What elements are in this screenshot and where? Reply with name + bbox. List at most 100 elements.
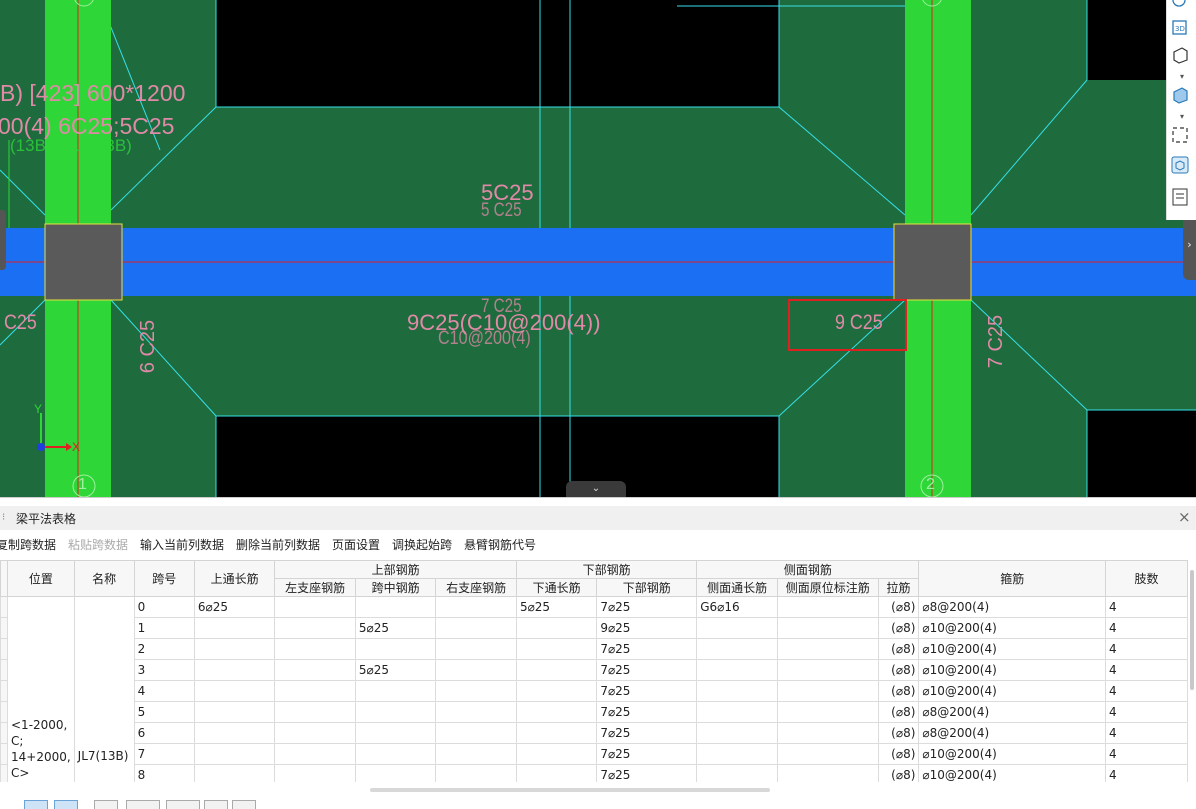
close-icon[interactable]: × xyxy=(1178,508,1191,526)
list-icon[interactable] xyxy=(1171,188,1193,210)
left-support-cell[interactable] xyxy=(274,701,356,723)
side-through-cell[interactable] xyxy=(696,722,778,744)
right-support-cell[interactable] xyxy=(435,638,517,660)
mid-span-cell[interactable] xyxy=(354,764,437,782)
right-support-cell[interactable] xyxy=(435,701,517,723)
side-through-cell[interactable] xyxy=(696,659,778,681)
bottom-bars-cell[interactable]: 7⌀25 xyxy=(596,659,698,681)
side-in-situ-cell[interactable] xyxy=(776,764,879,782)
mid-span-cell[interactable] xyxy=(354,743,437,765)
bottom-bars-cell[interactable]: 7⌀25 xyxy=(596,701,698,723)
bottom-through-cell[interactable] xyxy=(515,659,598,681)
bottom-through-cell[interactable] xyxy=(515,743,598,765)
side-in-situ-cell[interactable] xyxy=(776,659,879,681)
table-row[interactable]: 2 7⌀25 (⌀8) ⌀10@200(4) 4 xyxy=(0,638,1188,660)
top-through-cell[interactable] xyxy=(193,680,276,702)
mid-span-cell[interactable] xyxy=(354,701,437,723)
side-in-situ-cell[interactable] xyxy=(776,743,879,765)
horizontal-scrollbar[interactable] xyxy=(370,788,770,792)
span-cell[interactable]: 3 xyxy=(133,659,195,681)
span-cell[interactable]: 6 xyxy=(133,722,195,744)
top-through-cell[interactable] xyxy=(193,617,276,639)
span-cell[interactable]: 8 xyxy=(133,764,195,782)
side-through-cell[interactable] xyxy=(696,617,778,639)
left-support-cell[interactable] xyxy=(274,764,356,782)
span-cell[interactable]: 7 xyxy=(133,743,195,765)
chevron-down-icon[interactable]: ▾ xyxy=(1176,72,1188,82)
right-support-cell[interactable] xyxy=(435,680,517,702)
side-through-cell[interactable] xyxy=(696,701,778,723)
table-row[interactable]: 3 5⌀25 7⌀25 (⌀8) ⌀10@200(4) 4 xyxy=(0,659,1188,681)
bottom-through-cell[interactable] xyxy=(515,722,598,744)
stirrup-cell[interactable]: ⌀10@200(4) xyxy=(918,638,1107,660)
bottom-bars-cell[interactable]: 7⌀25 xyxy=(596,638,698,660)
mid-span-cell[interactable] xyxy=(354,722,437,744)
sphere-icon[interactable] xyxy=(1171,0,1193,14)
row-header-cell[interactable] xyxy=(0,659,8,681)
delete-column-data-button[interactable]: 删除当前列数据 xyxy=(236,536,320,553)
stirrup-cell[interactable]: ⌀10@200(4) xyxy=(918,680,1107,702)
span-cell[interactable]: 0 xyxy=(133,596,195,618)
side-in-situ-cell[interactable] xyxy=(776,617,879,639)
right-edge-expand-tab[interactable]: › xyxy=(1183,210,1196,280)
position-cell[interactable]: <1-2000, C; 14+2000, C> xyxy=(7,596,75,782)
top-through-cell[interactable]: 6⌀25 xyxy=(193,596,276,618)
side-through-cell[interactable] xyxy=(696,743,778,765)
vertical-scrollbar[interactable] xyxy=(1188,560,1196,690)
mid-span-cell[interactable]: 5⌀25 xyxy=(354,617,437,639)
row-header-cell[interactable] xyxy=(0,722,8,744)
bottom-through-cell[interactable]: 5⌀25 xyxy=(515,596,598,618)
row-header-cell[interactable] xyxy=(0,701,8,723)
input-column-data-button[interactable]: 输入当前列数据 xyxy=(140,536,224,553)
mid-span-cell[interactable] xyxy=(354,680,437,702)
page-setup-button[interactable]: 页面设置 xyxy=(332,536,380,553)
legs-cell[interactable]: 4 xyxy=(1105,638,1188,660)
left-support-cell[interactable] xyxy=(274,617,356,639)
legs-cell[interactable]: 4 xyxy=(1105,659,1188,681)
row-header-cell[interactable] xyxy=(0,680,8,702)
right-support-cell[interactable] xyxy=(435,743,517,765)
left-support-cell[interactable] xyxy=(274,596,356,618)
copy-span-data-button[interactable]: 复制跨数据 xyxy=(0,536,56,553)
top-through-cell[interactable] xyxy=(193,764,276,782)
collapse-panel-tab[interactable]: ⌄ xyxy=(566,481,626,497)
table-row[interactable]: 7 7⌀25 (⌀8) ⌀10@200(4) 4 xyxy=(0,743,1188,765)
stirrup-cell[interactable]: ⌀8@200(4) xyxy=(918,722,1107,744)
row-header-cell[interactable] xyxy=(0,617,8,639)
left-edge-tab[interactable] xyxy=(0,210,6,270)
top-through-cell[interactable] xyxy=(193,722,276,744)
side-through-cell[interactable] xyxy=(696,764,778,782)
left-support-cell[interactable] xyxy=(274,659,356,681)
table-row[interactable]: <1-2000, C; 14+2000, C> JL7(13B) 0 6⌀25 5⌀25… xyxy=(0,596,1188,782)
cube-shaded-icon[interactable] xyxy=(1171,86,1193,108)
side-in-situ-cell[interactable] xyxy=(776,722,879,744)
stirrup-cell[interactable]: ⌀8@200(4) xyxy=(918,701,1107,723)
side-through-cell[interactable] xyxy=(696,680,778,702)
bottom-bars-cell[interactable]: 7⌀25 xyxy=(596,680,698,702)
top-through-cell[interactable] xyxy=(193,659,276,681)
span-cell[interactable]: 5 xyxy=(133,701,195,723)
cad-drawing-canvas[interactable]: B) [423] 600*1200 00(4) 6C25;5C25 (13B) … xyxy=(0,0,1196,497)
bottom-bars-cell[interactable]: 7⌀25 xyxy=(596,764,698,782)
legs-cell[interactable]: 4 xyxy=(1105,743,1188,765)
table-row[interactable]: 6 7⌀25 (⌀8) ⌀8@200(4) 4 xyxy=(0,722,1188,744)
right-support-cell[interactable] xyxy=(435,659,517,681)
bottom-through-cell[interactable] xyxy=(515,617,598,639)
stirrup-cell[interactable]: ⌀10@200(4) xyxy=(918,743,1107,765)
drag-grip-icon[interactable]: ⁝ xyxy=(2,512,5,523)
row-header-cell[interactable] xyxy=(0,596,8,618)
3d-view-icon[interactable]: 3D xyxy=(1171,18,1193,40)
legs-cell[interactable]: 4 xyxy=(1105,680,1188,702)
tie-cell[interactable]: (⌀8) xyxy=(877,722,920,744)
tie-cell[interactable]: (⌀8) xyxy=(877,680,920,702)
row-header-cell[interactable] xyxy=(0,764,8,782)
span-cell[interactable]: 2 xyxy=(133,638,195,660)
bottom-bars-cell[interactable]: 7⌀25 xyxy=(596,743,698,765)
mid-span-cell[interactable]: 5⌀25 xyxy=(354,659,437,681)
tie-cell[interactable]: (⌀8) xyxy=(877,617,920,639)
legs-cell[interactable]: 4 xyxy=(1105,617,1188,639)
tie-cell[interactable]: (⌀8) xyxy=(877,743,920,765)
legs-cell[interactable]: 4 xyxy=(1105,701,1188,723)
legs-cell[interactable]: 4 xyxy=(1105,596,1188,618)
scrollbar-thumb[interactable] xyxy=(1190,570,1194,690)
